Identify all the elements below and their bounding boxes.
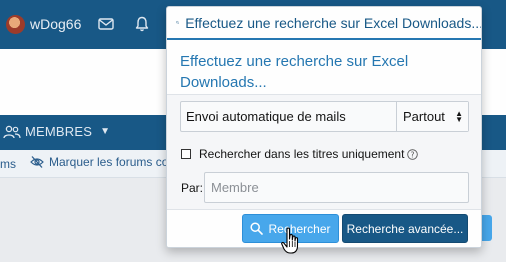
users-icon (3, 125, 21, 138)
search-scope-value: Partout (403, 109, 445, 124)
search-popup-title[interactable]: Effectuez une recherche sur Excel Downlo… (180, 51, 470, 93)
svg-text:?: ? (411, 150, 415, 159)
search-icon (250, 222, 264, 235)
search-scope-select[interactable]: Partout ▲ ▼ (396, 102, 468, 131)
mark-forums-read-label: Marquer les forums com (49, 155, 179, 169)
advanced-search-button[interactable]: Recherche avancée... (342, 214, 468, 243)
bell-icon[interactable] (133, 15, 151, 33)
titles-only-checkbox[interactable] (181, 149, 191, 159)
eye-slash-icon (30, 156, 44, 168)
select-arrows-icon: ▲ ▼ (455, 108, 463, 124)
username[interactable]: wDog66 (30, 16, 81, 32)
search-popup: Effectuez une recherche sur Excel Downlo… (166, 6, 482, 248)
user-menu[interactable]: wDog66 (6, 14, 81, 34)
titles-only-label: Rechercher dans les titres uniquement (199, 147, 405, 161)
search-icon (176, 21, 180, 25)
mail-icon[interactable] (97, 15, 115, 33)
advanced-search-label: Recherche avancée... (346, 221, 464, 236)
titles-only-option[interactable]: Rechercher dans les titres uniquement ? (181, 147, 419, 161)
hand-pointer-cursor-icon (281, 227, 299, 254)
nav-item-members[interactable]: MEMBRES ▼ (3, 124, 110, 139)
search-popup-header[interactable]: Effectuez une recherche sur Excel Downlo… (167, 7, 482, 40)
nav-members-label: MEMBRES (25, 124, 93, 139)
search-keywords-input[interactable] (181, 102, 396, 131)
avatar[interactable] (6, 14, 25, 34)
subnav-truncated-link[interactable]: ms (0, 157, 16, 171)
help-icon[interactable]: ? (407, 148, 419, 160)
by-member-label: Par: (181, 181, 204, 195)
member-input[interactable] (204, 172, 469, 203)
search-header-text: Effectuez une recherche sur Excel Downlo… (185, 14, 482, 31)
search-keyword-row: Partout ▲▼ (180, 101, 469, 132)
chevron-down-icon: ▼ (100, 126, 111, 137)
mark-forums-read-link[interactable]: Marquer les forums com (30, 155, 178, 169)
